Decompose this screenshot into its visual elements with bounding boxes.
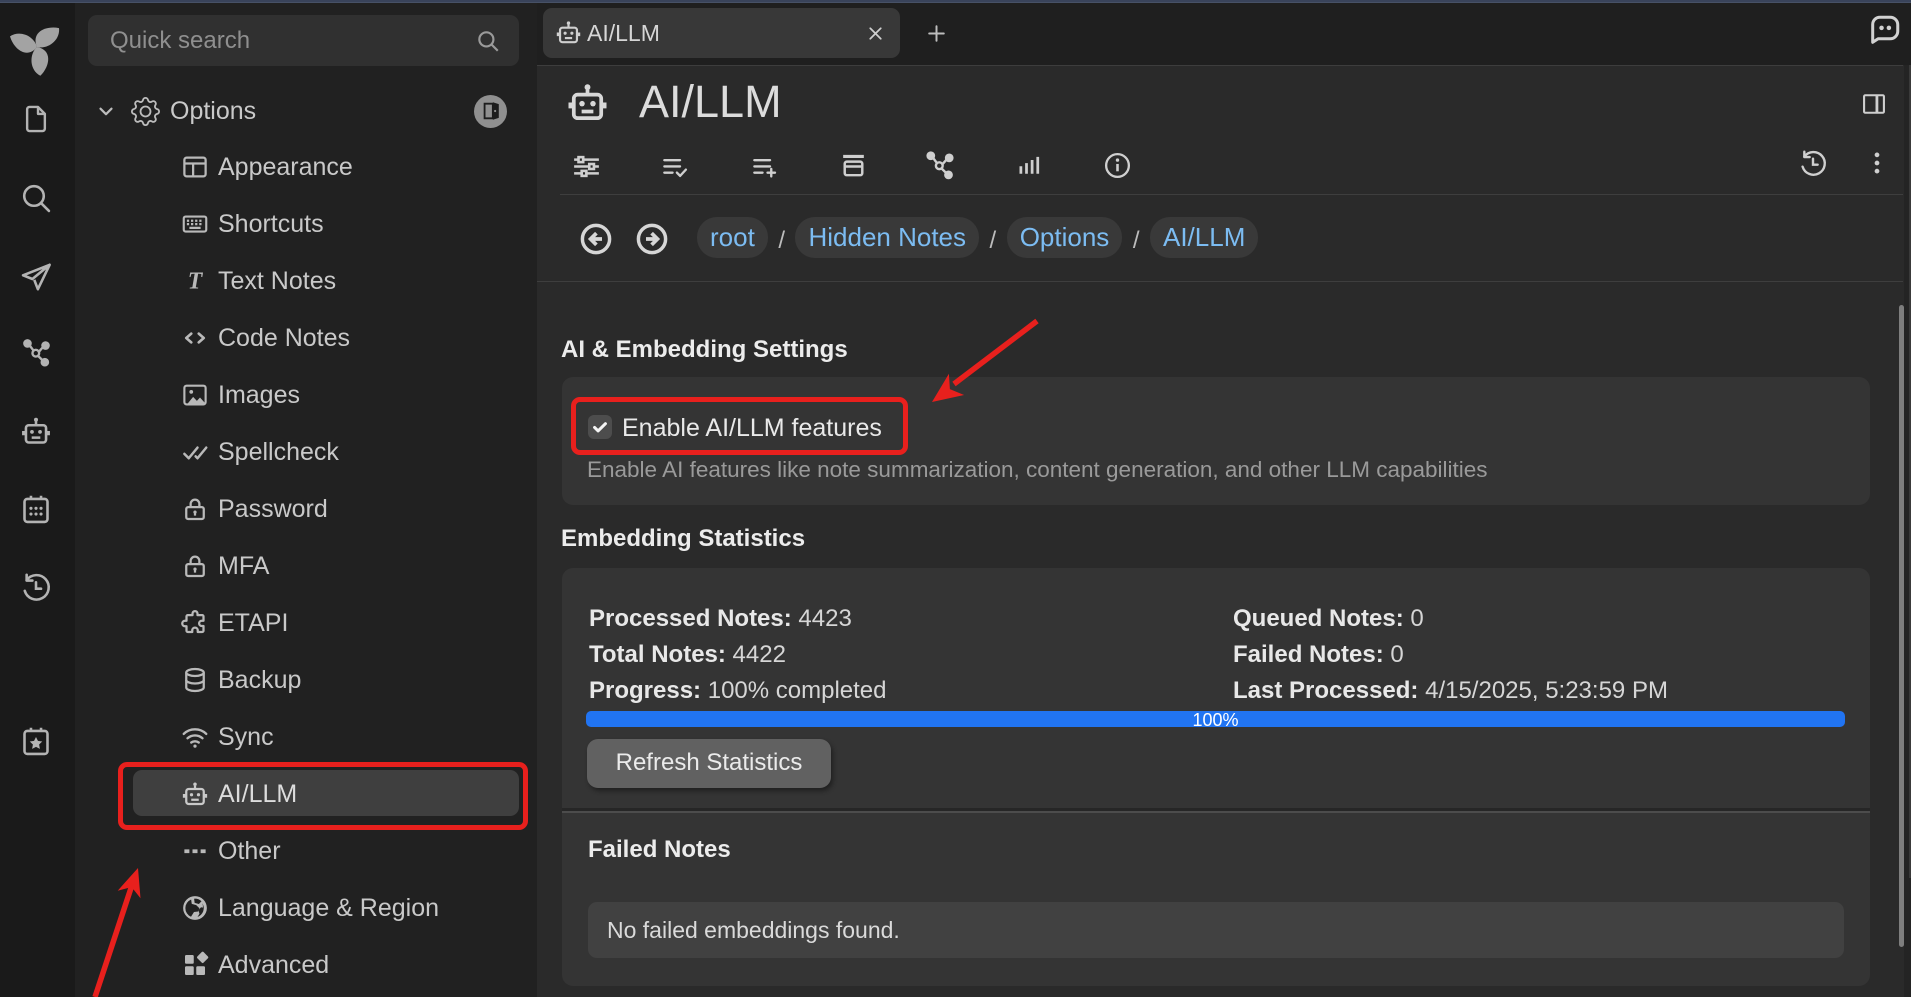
svg-text:T: T xyxy=(188,269,204,295)
